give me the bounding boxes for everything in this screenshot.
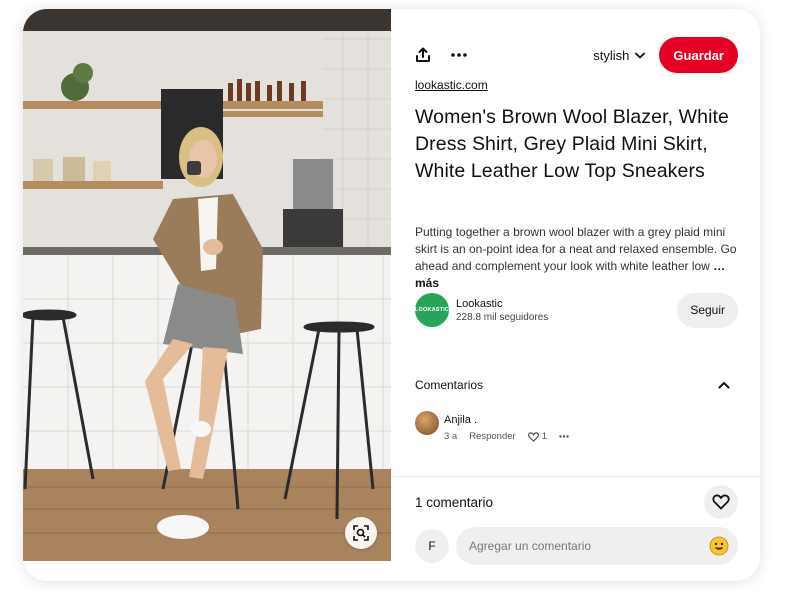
pin-title: Women's Brown Wool Blazer, White Dress S…: [415, 106, 729, 182]
comment-author[interactable]: Anjila .: [444, 414, 569, 426]
share-button[interactable]: [407, 39, 439, 71]
comment-age: 3 a: [444, 431, 458, 442]
chevron-down-icon: [635, 52, 646, 59]
comments-title: Comentarios: [415, 378, 484, 392]
comment-like[interactable]: 1: [527, 431, 547, 442]
creator-followers: 228.8 mil seguidores: [456, 311, 549, 323]
pin-description: Putting together a brown wool blazer wit…: [415, 224, 740, 292]
heart-icon: [712, 494, 730, 510]
divider: [391, 476, 760, 477]
comment-meta: 3 a Responder 1: [444, 431, 569, 442]
board-selector[interactable]: stylish: [593, 47, 646, 63]
comment-body: Anjila . 3 a Responder 1: [444, 411, 569, 442]
react-button[interactable]: [704, 485, 738, 519]
comment-input[interactable]: [456, 527, 738, 565]
comment-like-count: 1: [541, 431, 547, 442]
pin-toolbar: stylish Guardar: [415, 37, 738, 73]
more-options-button[interactable]: [443, 39, 475, 71]
comment-count: 1 comentario: [415, 494, 494, 510]
more-icon: [451, 53, 467, 57]
pin-image[interactable]: [23, 9, 391, 561]
pin-card: stylish Guardar lookastic.com Women's Br…: [23, 9, 760, 581]
pin-details-panel: stylish Guardar lookastic.com Women's Br…: [391, 9, 760, 581]
save-button[interactable]: Guardar: [659, 37, 738, 73]
chevron-up-icon[interactable]: [718, 381, 730, 389]
visual-search-icon: [353, 525, 369, 541]
board-name: stylish: [593, 47, 630, 63]
reply-button[interactable]: Responder: [469, 431, 515, 442]
comments-header[interactable]: Comentarios: [415, 378, 730, 392]
creator-row: LOOKASTIC Lookastic 228.8 mil seguidores…: [415, 292, 738, 328]
user-avatar[interactable]: F: [415, 529, 449, 563]
share-icon: [416, 47, 430, 62]
pin-photo-illustration: [23, 9, 391, 561]
comment-count-row: 1 comentario: [415, 485, 738, 519]
commenter-avatar[interactable]: [415, 411, 439, 435]
more-icon[interactable]: [559, 435, 569, 438]
creator-info: Lookastic 228.8 mil seguidores: [456, 298, 548, 323]
creator-name[interactable]: Lookastic: [456, 298, 548, 310]
visual-search-button[interactable]: [345, 517, 377, 549]
creator-avatar[interactable]: LOOKASTIC: [415, 293, 449, 327]
comment-composer: F: [415, 527, 738, 565]
comment-item: Anjila . 3 a Responder 1: [415, 411, 569, 442]
description-text: Putting together a brown wool blazer wit…: [415, 225, 737, 273]
source-link[interactable]: lookastic.com: [415, 78, 488, 92]
heart-icon: [527, 431, 539, 442]
follow-button[interactable]: Seguir: [677, 292, 738, 328]
emoji-icon[interactable]: [709, 536, 729, 556]
